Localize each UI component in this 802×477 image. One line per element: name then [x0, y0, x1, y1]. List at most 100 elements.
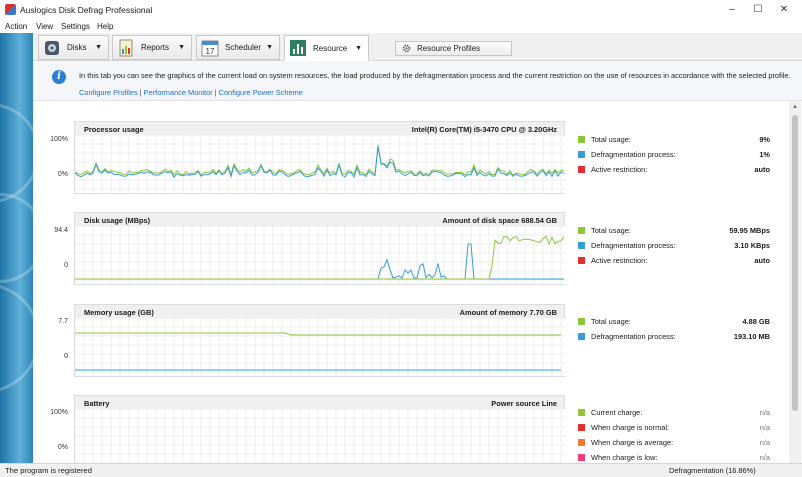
scroll-up-arrow-icon[interactable]: ▲ [789, 101, 801, 113]
legend-value: n/a [759, 423, 770, 432]
vertical-scrollbar[interactable]: ▲ [789, 101, 801, 463]
disks-icon [43, 39, 61, 57]
processor-usage-graph [75, 135, 566, 193]
info-bar: i In this tab you can see the graphics o… [33, 61, 802, 101]
y-axis-min: 0 [64, 262, 68, 269]
legend-swatch [578, 318, 585, 325]
info-icon: i [52, 70, 66, 84]
legend-row: Defragmentation process: 1% [578, 150, 770, 160]
menu-bar: Action View Settings Help [0, 20, 802, 33]
processor-usage-panel: Processor usage Intel(R) Core(TM) i5-347… [74, 121, 566, 194]
legend-swatch [578, 257, 585, 264]
gear-icon [402, 44, 411, 53]
legend-value: 1% [759, 150, 770, 159]
legend-row: Active restriction: auto [578, 165, 770, 175]
close-button[interactable]: ✕ [771, 2, 797, 18]
legend-row: Total usage: 4.88 GB [578, 317, 770, 327]
panel-subtitle: Amount of disk space 688.54 GB [442, 216, 557, 225]
menu-view[interactable]: View [36, 22, 53, 31]
legend-row: Active restriction: auto [578, 256, 770, 266]
panel-title: Processor usage [84, 125, 144, 134]
legend-row: When charge is normal: n/a [578, 423, 770, 433]
status-bar: The program is registered Defragmentatio… [0, 463, 802, 477]
legend-swatch [578, 136, 585, 143]
legend-value: 4.88 GB [742, 317, 770, 326]
legend-row: Defragmentation process: 3.10 KBps [578, 241, 770, 251]
chevron-down-icon[interactable]: ▼ [178, 44, 185, 51]
disk-usage-panel: Disk usage (MBps) Amount of disk space 6… [74, 212, 566, 285]
legend-value: n/a [759, 408, 770, 417]
tab-reports[interactable]: Reports ▼ [112, 35, 192, 60]
chevron-down-icon[interactable]: ▼ [266, 44, 273, 51]
svg-text:17: 17 [206, 47, 215, 56]
legend-swatch [578, 166, 585, 173]
legend-swatch [578, 242, 585, 249]
y-axis-min: 0 [64, 353, 68, 360]
minimize-button[interactable]: – [719, 2, 745, 18]
legend-value: 9% [759, 135, 770, 144]
legend-swatch [578, 151, 585, 158]
y-axis-max: 100% [50, 136, 68, 143]
legend-row: Total usage: 9% [578, 135, 770, 145]
panel-subtitle: Amount of memory 7.70 GB [459, 308, 557, 317]
maximize-button[interactable]: ☐ [745, 2, 771, 18]
y-axis-min: 0% [57, 444, 68, 451]
toolbar: Disks ▼ Reports ▼ 17 Scheduler ▼ Resourc… [33, 33, 802, 61]
app-icon [5, 4, 16, 15]
resource-icon [289, 39, 307, 57]
info-text: In this tab you can see the graphics of … [79, 71, 791, 80]
resource-profiles-button[interactable]: Resource Profiles [395, 41, 512, 56]
configure-profiles-link[interactable]: Configure Profiles [79, 88, 138, 97]
side-banner [0, 33, 33, 463]
registration-status: The program is registered [5, 466, 92, 475]
legend-swatch [578, 424, 585, 431]
legend-swatch [578, 333, 585, 340]
legend-value: 193.10 MB [733, 332, 770, 341]
legend-swatch [578, 409, 585, 416]
window-title: Auslogics Disk Defrag Professional [20, 5, 153, 15]
y-axis-max: 100% [50, 409, 68, 416]
menu-action[interactable]: Action [5, 22, 27, 31]
legend-row: Current charge: n/a [578, 408, 770, 418]
total-usage-line [75, 235, 565, 280]
menu-settings[interactable]: Settings [61, 22, 90, 31]
configure-power-scheme-link[interactable]: Configure Power Scheme [219, 88, 303, 97]
title-bar: Auslogics Disk Defrag Professional – ☐ ✕ [0, 0, 802, 20]
panel-title: Battery [84, 399, 110, 408]
legend-swatch [578, 439, 585, 446]
memory-usage-graph [75, 318, 566, 376]
legend-value: 3.10 KBps [734, 241, 770, 250]
battery-panel: Battery Power source Line [74, 395, 566, 464]
y-axis-min: 0% [57, 171, 68, 178]
menu-help[interactable]: Help [97, 22, 113, 31]
chevron-down-icon[interactable]: ▼ [355, 45, 362, 52]
legend-row: When charge is average: n/a [578, 438, 770, 448]
panel-subtitle: Power source Line [491, 399, 557, 408]
legend-value: 59.95 MBps [729, 226, 770, 235]
info-links: Configure Profiles | Performance Monitor | C… [79, 88, 303, 97]
legend-value: auto [754, 256, 770, 265]
tab-scheduler[interactable]: 17 Scheduler ▼ [196, 35, 280, 60]
memory-usage-panel: Memory usage (GB) Amount of memory 7.70 … [74, 304, 566, 377]
scroll-thumb[interactable] [792, 115, 798, 411]
legend-row: When charge is low: n/a [578, 453, 770, 463]
defrag-progress-status: Defragmentation (16.86%) [669, 466, 756, 475]
battery-graph [75, 409, 566, 464]
tab-resource[interactable]: Resource ▼ [284, 35, 369, 61]
legend-row: Total usage: 59.95 MBps [578, 226, 770, 236]
legend-value: n/a [759, 438, 770, 447]
chevron-down-icon[interactable]: ▼ [95, 44, 102, 51]
scheduler-icon: 17 [201, 39, 219, 57]
y-axis-max: 94.4 [54, 227, 68, 234]
panel-title: Memory usage (GB) [84, 308, 154, 317]
performance-monitor-link[interactable]: Performance Monitor [144, 88, 213, 97]
legend-value: auto [754, 165, 770, 174]
legend-value: n/a [759, 453, 770, 462]
reports-icon [117, 39, 135, 57]
tab-disks[interactable]: Disks ▼ [38, 35, 109, 60]
legend-row: Defragmentation process: 193.10 MB [578, 332, 770, 342]
y-axis-max: 7.7 [58, 318, 68, 325]
disk-usage-graph [75, 226, 566, 284]
panel-title: Disk usage (MBps) [84, 216, 151, 225]
legend-swatch [578, 454, 585, 461]
